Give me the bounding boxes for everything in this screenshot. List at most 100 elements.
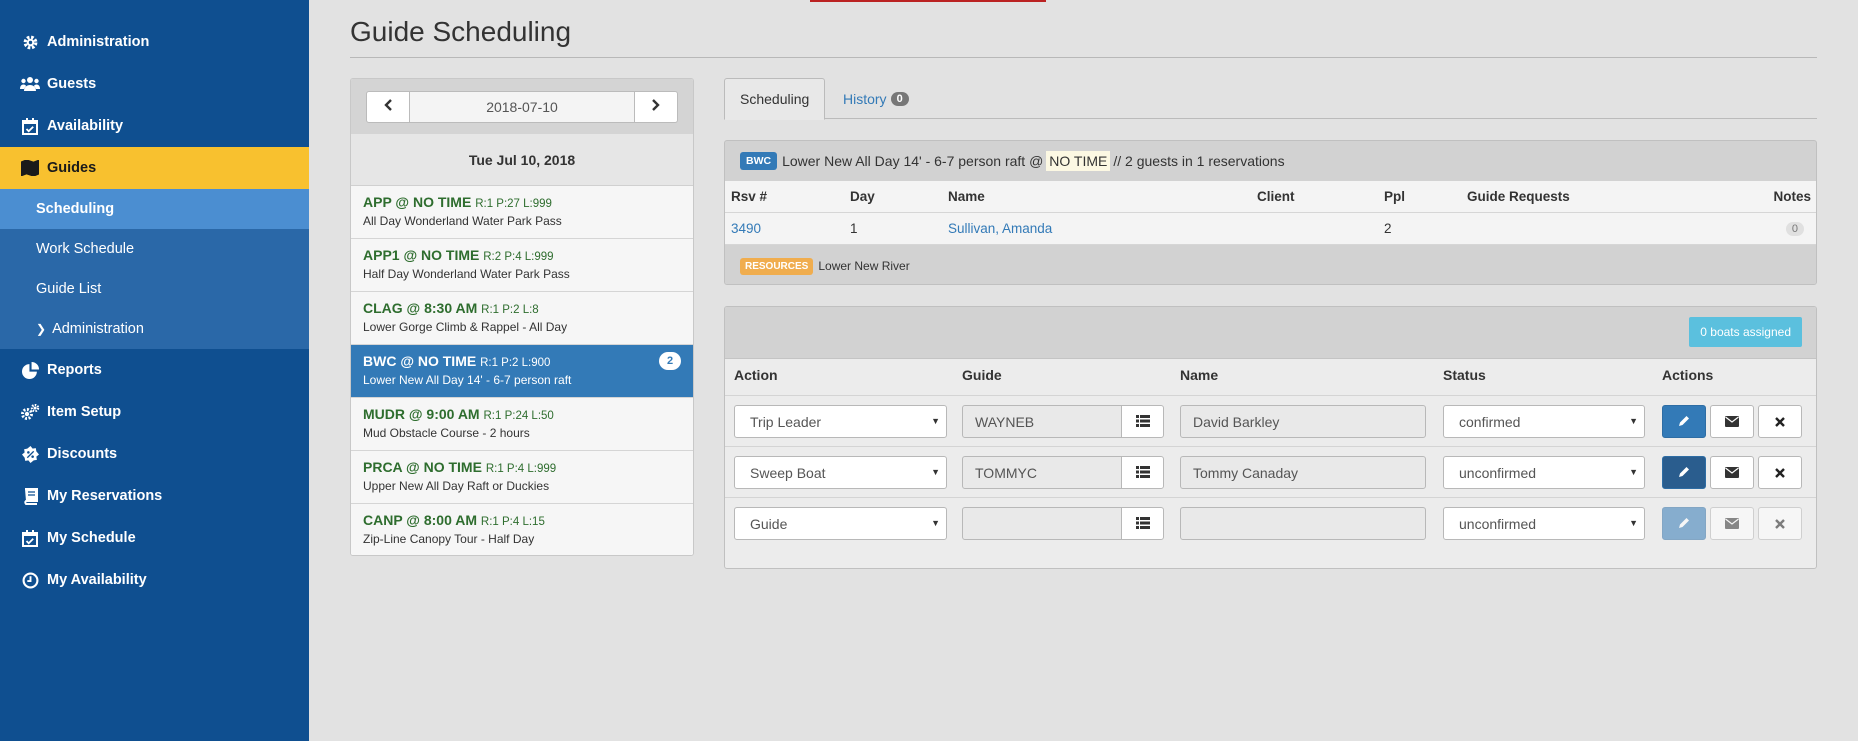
reservation-table: Rsv # Day Name Client Ppl Guide Requests…: [725, 181, 1816, 245]
trip-list-panel: 2018-07-10 Tue Jul 10, 2018 APP @ NO TIM…: [350, 78, 694, 556]
sidebar-item-label: My Availability: [47, 572, 147, 588]
trip-description: Lower New All Day 14' - 6-7 person raft: [363, 373, 572, 387]
status-select[interactable]: unconfirmed ▼: [1443, 507, 1645, 540]
sidebar-item-reports[interactable]: Reports: [0, 349, 309, 391]
action-select-value: Guide: [750, 515, 788, 532]
gear-icon: [19, 34, 41, 51]
sidebar-item-guests[interactable]: Guests: [0, 63, 309, 105]
edit-button[interactable]: [1662, 507, 1706, 540]
trip-time: NO TIME: [1046, 151, 1111, 171]
list-icon: [1135, 414, 1150, 430]
reservation-header: BWC Lower New All Day 14' - 6-7 person r…: [725, 141, 1816, 181]
column-header: Guide Requests: [1467, 189, 1570, 204]
column-header: Guide: [962, 367, 1002, 383]
guide-name-input[interactable]: Tommy Canaday: [1180, 456, 1426, 489]
trip-item[interactable]: CLAG @ 8:30 AM R:1 P:2 L:8 Lower Gorge C…: [351, 292, 693, 345]
boats-assigned-button[interactable]: 0 boats assigned: [1689, 317, 1802, 347]
trip-guide-count-badge: 2: [659, 352, 681, 370]
guide-list-button[interactable]: [1121, 507, 1164, 540]
sidebar-item-my-schedule[interactable]: My Schedule: [0, 517, 309, 559]
guide-code-input[interactable]: TOMMYC: [962, 456, 1122, 489]
trip-meta: R:1 P:4 L:999: [485, 463, 557, 475]
trip-description: Lower Gorge Climb & Rappel - All Day: [363, 320, 568, 334]
sidebar-item-item-setup[interactable]: Item Setup: [0, 391, 309, 433]
page-title: Guide Scheduling: [350, 16, 572, 47]
action-select[interactable]: Sweep Boat ▼: [734, 456, 947, 489]
date-input[interactable]: 2018-07-10: [410, 90, 634, 123]
sidebar-item-label: Discounts: [47, 446, 118, 462]
column-header: Ppl: [1384, 189, 1406, 204]
guide-name-input[interactable]: [1180, 507, 1426, 540]
calendar-check-icon: [19, 529, 41, 547]
edit-button[interactable]: [1662, 456, 1706, 489]
remove-button[interactable]: [1758, 405, 1802, 438]
top-accent-bar: [810, 0, 1046, 2]
gears-icon: [19, 403, 41, 421]
column-header: Action: [734, 367, 778, 383]
envelope-icon: [1725, 516, 1739, 532]
trip-description: Half Day Wonderland Water Park Pass: [363, 267, 570, 281]
notes-count-badge[interactable]: 0: [1785, 221, 1804, 236]
sidebar-subitem-guide-list[interactable]: Guide List: [0, 269, 309, 309]
remove-button[interactable]: [1758, 456, 1802, 489]
pencil-icon: [1678, 414, 1690, 430]
trip-meta: R:1 P:2 L:900: [480, 357, 551, 369]
status-select-value: confirmed: [1459, 413, 1521, 430]
chevron-left-icon: [383, 98, 393, 116]
trip-item[interactable]: APP @ NO TIME R:1 P:27 L:999 All Day Won…: [351, 186, 693, 239]
reservation-number-link[interactable]: 3490: [731, 221, 761, 236]
status-select-value: unconfirmed: [1459, 515, 1537, 532]
sidebar-subitem-administration[interactable]: ❯ Administration: [0, 309, 309, 349]
action-select[interactable]: Trip Leader ▼: [734, 405, 947, 438]
guide-list-button[interactable]: [1121, 456, 1164, 489]
status-select[interactable]: confirmed ▼: [1443, 405, 1645, 438]
guide-code-input[interactable]: WAYNEB: [962, 405, 1122, 438]
assignment-row: Sweep Boat ▼ TOMMYC Tommy Canaday unconfi…: [725, 446, 1816, 497]
email-button[interactable]: [1710, 456, 1754, 489]
guest-name-link[interactable]: Sullivan, Amanda: [948, 221, 1052, 236]
tab-label: History: [843, 91, 887, 107]
tab-scheduling[interactable]: Scheduling: [724, 78, 826, 120]
sidebar-subitem-label: Guide List: [36, 281, 102, 297]
table-header-row: Rsv # Day Name Client Ppl Guide Requests…: [725, 181, 1816, 213]
tab-history[interactable]: History 0: [828, 78, 924, 120]
next-day-button[interactable]: [634, 90, 678, 123]
trip-item[interactable]: CANP @ 8:00 AM R:1 P:4 L:15 Zip-Line Can…: [351, 504, 693, 555]
guide-name-input[interactable]: David Barkley: [1180, 405, 1426, 438]
sidebar-subitem-label: Work Schedule: [36, 241, 135, 257]
sidebar-subitem-scheduling[interactable]: Scheduling: [0, 189, 309, 229]
sidebar-subitem-work-schedule[interactable]: Work Schedule: [0, 229, 309, 269]
sidebar-item-label: My Schedule: [47, 530, 136, 546]
trip-item[interactable]: MUDR @ 9:00 AM R:1 P:24 L:50 Mud Obstacl…: [351, 398, 693, 451]
trip-item[interactable]: PRCA @ NO TIME R:1 P:4 L:999 Upper New A…: [351, 451, 693, 504]
date-heading: Tue Jul 10, 2018: [351, 134, 693, 186]
prev-day-button[interactable]: [366, 90, 410, 123]
remove-button[interactable]: [1758, 507, 1802, 540]
envelope-icon: [1725, 414, 1739, 430]
email-button[interactable]: [1710, 507, 1754, 540]
sidebar-item-my-reservations[interactable]: My Reservations: [0, 475, 309, 517]
sidebar-item-availability[interactable]: Availability: [0, 105, 309, 147]
status-select[interactable]: unconfirmed ▼: [1443, 456, 1645, 489]
assignment-toolbar: 0 boats assigned: [725, 307, 1816, 359]
sidebar-item-label: Item Setup: [47, 404, 122, 420]
action-select[interactable]: Guide ▼: [734, 507, 947, 540]
reservation-panel: BWC Lower New All Day 14' - 6-7 person r…: [724, 140, 1817, 285]
guide-assignment-panel: 0 boats assigned Action Guide Name Statu…: [724, 306, 1817, 569]
guide-code-input[interactable]: [962, 507, 1122, 540]
sidebar: Administration Guests Availability Guide…: [0, 0, 309, 741]
trip-code: PRCA @ NO TIME: [363, 459, 482, 475]
trip-item[interactable]: APP1 @ NO TIME R:2 P:4 L:999 Half Day Wo…: [351, 239, 693, 292]
trip-item-selected[interactable]: BWC @ NO TIME R:1 P:2 L:900 Lower New Al…: [351, 345, 693, 398]
sidebar-item-administration[interactable]: Administration: [0, 21, 309, 63]
email-button[interactable]: [1710, 405, 1754, 438]
sidebar-item-guides[interactable]: Guides: [0, 147, 309, 189]
column-header: Day: [850, 189, 875, 204]
sidebar-item-my-availability[interactable]: My Availability: [0, 559, 309, 601]
edit-button[interactable]: [1662, 405, 1706, 438]
guide-list-button[interactable]: [1121, 405, 1164, 438]
sidebar-item-discounts[interactable]: Discounts: [0, 433, 309, 475]
caret-down-icon: ▼: [931, 467, 940, 477]
trip-description: Mud Obstacle Course - 2 hours: [363, 426, 530, 440]
caret-down-icon: ▼: [931, 416, 940, 426]
